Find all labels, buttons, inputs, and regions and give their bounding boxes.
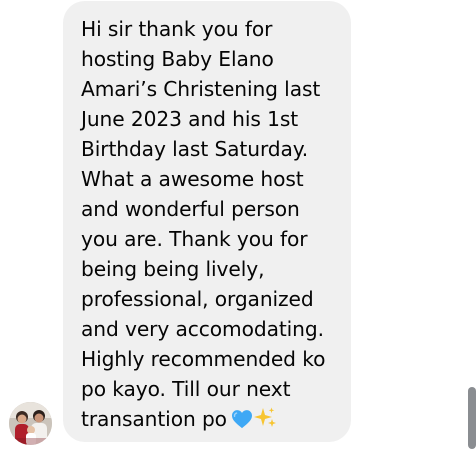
message-thread: Hi sir thank you for hosting Baby Elano … xyxy=(0,0,476,452)
message-body: Hi sir thank you for hosting Baby Elano … xyxy=(81,17,326,431)
avatar[interactable] xyxy=(9,402,52,445)
message-bubble[interactable]: Hi sir thank you for hosting Baby Elano … xyxy=(63,1,351,442)
profile-photo-icon xyxy=(9,402,52,445)
scrollbar-track[interactable] xyxy=(462,0,476,452)
scrollbar-thumb[interactable] xyxy=(468,387,476,449)
blue-heart-icon xyxy=(231,410,252,429)
message-text: Hi sir thank you for hosting Baby Elano … xyxy=(81,14,339,434)
sparkles-icon xyxy=(253,407,276,427)
